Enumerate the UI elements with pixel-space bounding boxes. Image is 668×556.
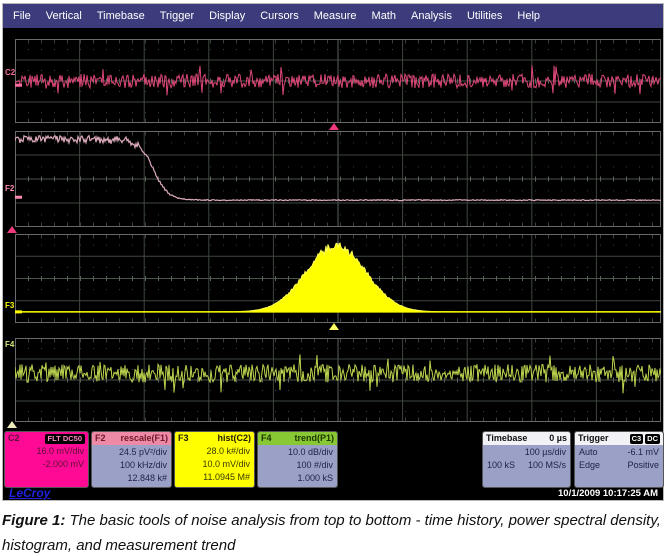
histogram-center-marker-icon[interactable]: [329, 323, 339, 330]
trace-offset-marker-f4-icon[interactable]: [7, 421, 17, 428]
descriptor-f2[interactable]: F2 rescale(F1) 24.5 pV²/div 100 kHz/div …: [91, 431, 172, 488]
menu-item-utilities[interactable]: Utilities: [467, 10, 502, 22]
descriptor-f3[interactable]: F3 hist(C2) 28.0 k#/div 10.0 mV/div 11.0…: [174, 431, 255, 488]
trigger-source-badge: C3: [630, 434, 644, 444]
menu-item-file[interactable]: File: [13, 10, 31, 22]
menu-bar: File Vertical Timebase Trigger Display Cursor…: [3, 4, 663, 28]
panel-time-history[interactable]: [15, 39, 661, 123]
channel-id: C2: [8, 432, 20, 445]
offset-value: -2.000 mV: [5, 458, 88, 471]
menu-item-help[interactable]: Help: [517, 10, 540, 22]
timestamp: 10/1/2009 10:17:25 AM: [558, 488, 658, 499]
waveform-display: C2 F2 F3 F4: [3, 28, 663, 431]
trigger-box[interactable]: Trigger C3 DC Auto -6.1 mV Edge Positive: [574, 431, 664, 488]
caption-text: The basic tools of noise analysis from t…: [2, 512, 661, 554]
trigger-time-marker-icon[interactable]: [329, 123, 339, 130]
trigger-slope: Positive: [627, 459, 659, 472]
menu-item-cursors[interactable]: Cursors: [260, 10, 299, 22]
volts-per-div: 16.0 mV/div: [5, 445, 88, 458]
lecroy-logo: LeCroy: [9, 486, 50, 500]
time-per-div: 100 µs/div: [483, 446, 570, 459]
timebase-box[interactable]: Timebase 0 µs 100 µs/div 100 kS 100 MS/s: [482, 431, 571, 488]
oscilloscope-screen: File Vertical Timebase Trigger Display Cursor…: [2, 3, 664, 501]
coupling-badge: FLT DC50: [45, 434, 85, 444]
descriptor-f4[interactable]: F4 trend(P1) 10.0 dB/div 100 #/div 1.000…: [257, 431, 338, 488]
menu-item-vertical[interactable]: Vertical: [46, 10, 82, 22]
panel-trend[interactable]: [15, 338, 661, 422]
menu-item-math[interactable]: Math: [372, 10, 396, 22]
trace-id: F4: [261, 432, 272, 445]
caption-label: Figure 1:: [2, 512, 65, 529]
trace-id: F3: [178, 432, 189, 445]
menu-item-timebase[interactable]: Timebase: [97, 10, 145, 22]
menu-item-display[interactable]: Display: [209, 10, 245, 22]
math-function: hist(C2): [218, 432, 252, 445]
trigger-coupling-badge: DC: [645, 434, 660, 444]
timebase-delay: 0 µs: [549, 432, 567, 445]
math-function: rescale(F1): [120, 432, 168, 445]
trigger-mode: Auto: [579, 446, 598, 459]
trace-label-f4: F4: [5, 341, 14, 349]
panel-power-spectral-density[interactable]: [15, 131, 661, 227]
trigger-type: Edge: [579, 459, 600, 472]
trace-id: F2: [95, 432, 106, 445]
menu-item-trigger[interactable]: Trigger: [160, 10, 194, 22]
trace-label-c2: C2: [5, 69, 15, 77]
descriptor-c2[interactable]: C2 FLT DC50 16.0 mV/div -2.000 mV: [4, 431, 89, 488]
panel-histogram[interactable]: [15, 234, 661, 323]
trace-offset-marker-f2-icon[interactable]: [7, 226, 17, 233]
sample-count: 100 kS: [487, 459, 515, 472]
trigger-level: -6.1 mV: [627, 446, 659, 459]
sample-rate: 100 MS/s: [528, 459, 566, 472]
trace-label-f3: F3: [5, 302, 14, 310]
trace-label-f2: F2: [5, 185, 14, 193]
menu-item-analysis[interactable]: Analysis: [411, 10, 452, 22]
menu-item-measure[interactable]: Measure: [314, 10, 357, 22]
figure-caption: Figure 1: The basic tools of noise analy…: [2, 508, 662, 556]
math-function: trend(P1): [294, 432, 334, 445]
figure-page: File Vertical Timebase Trigger Display Cursor…: [0, 0, 668, 556]
